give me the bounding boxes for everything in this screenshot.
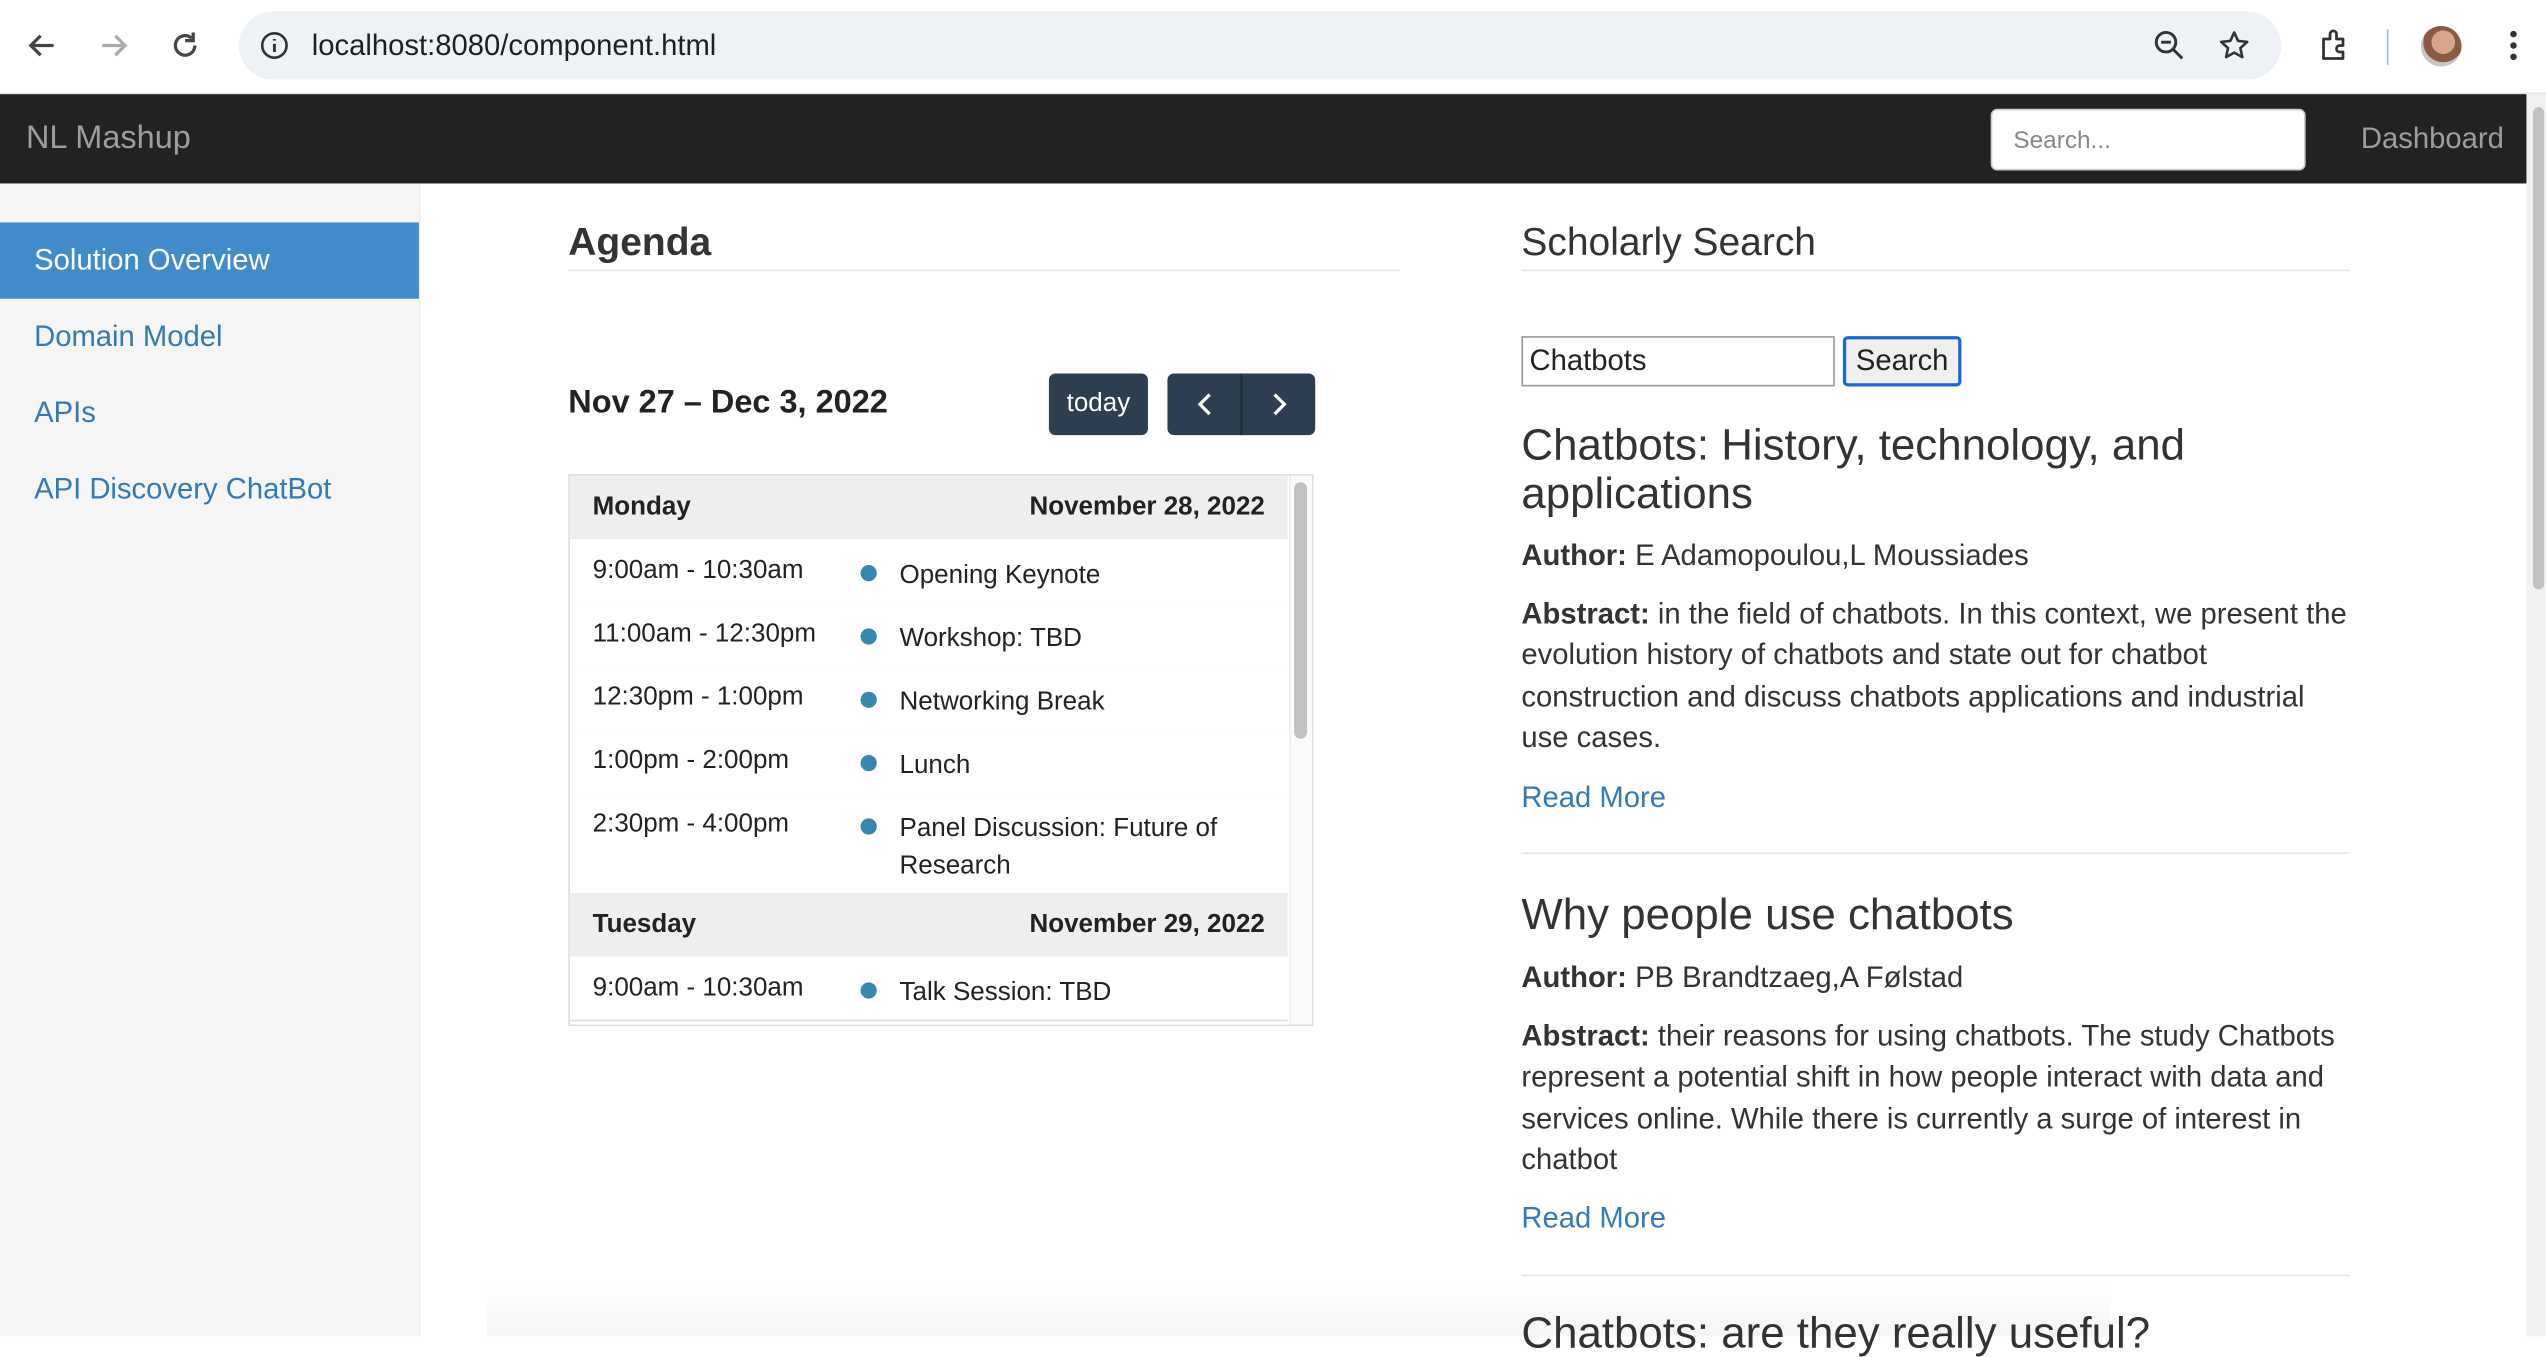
event-dot <box>860 565 877 582</box>
day-header-tuesday: Tuesday November 29, 2022 <box>569 893 1288 958</box>
event-row[interactable]: 1:00pm - 2:00pm Lunch <box>569 729 1288 794</box>
today-button[interactable]: today <box>1048 373 1148 436</box>
author-value: E Adamopoulou,L Moussiades <box>1635 539 2029 572</box>
abstract-label: Abstract: <box>1521 597 1650 630</box>
agenda-list[interactable]: Monday November 28, 2022 9:00am - 10:30a… <box>568 474 1314 1027</box>
event-time: 9:00am - 10:30am <box>592 974 804 1002</box>
event-dot <box>860 818 877 835</box>
event-row[interactable]: 9:00am - 10:30am Opening Keynote <box>569 539 1288 605</box>
agenda-scrollbar-thumb[interactable] <box>1294 482 1308 739</box>
event-dot <box>860 628 877 645</box>
app-navbar: NL Mashup Dashboard <box>0 94 2527 184</box>
zoom-icon[interactable] <box>2150 26 2189 65</box>
author-label: Author: <box>1521 961 1627 994</box>
result-author: Author: PB Brandtzaeg,A Følstad <box>1521 961 1963 995</box>
brand-logo-text[interactable]: NL Mashup <box>26 120 191 157</box>
page-scrollbar-thumb[interactable] <box>2532 107 2545 590</box>
chevron-left-icon <box>1196 393 1210 416</box>
day-date: November 29, 2022 <box>1029 910 1265 939</box>
menu-icon[interactable] <box>2489 21 2538 70</box>
next-week-button[interactable] <box>1242 373 1315 435</box>
result-divider <box>1521 852 2350 855</box>
result-divider <box>1521 1274 2350 1277</box>
event-title[interactable]: Networking Break <box>900 684 1273 721</box>
event-dot <box>860 691 877 708</box>
result-abstract: Abstract: in the field of chatbots. In t… <box>1521 594 2352 758</box>
info-icon[interactable] <box>255 26 294 65</box>
event-title[interactable]: Lunch <box>900 747 1273 784</box>
event-title[interactable]: Panel Discussion: Future of Research <box>900 810 1273 885</box>
agenda-divider <box>568 269 1400 272</box>
calendar-nav-group <box>1167 373 1316 436</box>
event-title[interactable]: Opening Keynote <box>900 557 1273 594</box>
bottom-fade <box>487 1282 2111 1337</box>
day-name: Monday <box>592 493 691 522</box>
read-more-link[interactable]: Read More <box>1521 781 1666 815</box>
prev-week-button[interactable] <box>1167 373 1243 436</box>
scholarly-search-button[interactable]: Search <box>1842 336 1962 387</box>
navbar-search-input[interactable] <box>1990 108 2306 171</box>
event-row[interactable]: 9:00am - 10:30am Talk Session: TBD <box>569 956 1288 1022</box>
event-row[interactable]: 12:30pm - 1:00pm Networking Break <box>569 665 1288 731</box>
day-header-monday: Monday November 28, 2022 <box>569 475 1288 541</box>
back-icon[interactable] <box>18 21 67 70</box>
agenda-title: Agenda <box>568 220 712 265</box>
forward-icon[interactable] <box>89 21 138 70</box>
url-text[interactable]: localhost:8080/component.html <box>312 29 717 63</box>
result-title: Chatbots: History, technology, and appli… <box>1521 420 2186 518</box>
event-time: 2:30pm - 4:00pm <box>592 810 790 838</box>
event-time: 9:00am - 10:30am <box>592 556 804 585</box>
abstract-label: Abstract: <box>1521 1019 1650 1053</box>
author-value: PB Brandtzaeg,A Følstad <box>1635 961 1964 994</box>
event-row[interactable]: 11:00am - 12:30pm Workshop: TBD <box>569 602 1288 668</box>
result-abstract: Abstract: their reasons for using chatbo… <box>1521 1016 2352 1180</box>
sidebar-item-domain-model[interactable]: Domain Model <box>0 299 419 375</box>
event-dot <box>860 755 877 772</box>
scholarly-search-input[interactable] <box>1521 336 1835 387</box>
sidebar-item-apis[interactable]: APIs <box>0 375 419 451</box>
author-label: Author: <box>1521 539 1627 572</box>
event-dot <box>860 982 877 999</box>
scholarly-search-title: Scholarly Search <box>1521 220 1816 265</box>
calendar-range-title: Nov 27 – Dec 3, 2022 <box>568 384 888 421</box>
profile-avatar[interactable] <box>2420 25 2462 67</box>
scholarly-divider <box>1521 269 2350 272</box>
chevron-right-icon <box>1272 393 1286 416</box>
browser-toolbar: localhost:8080/component.html <box>0 0 2546 95</box>
result-title: Why people use chatbots <box>1521 889 2014 939</box>
event-title[interactable]: Workshop: TBD <box>900 620 1273 657</box>
result-author: Author: E Adamopoulou,L Moussiades <box>1521 539 2028 573</box>
event-title[interactable]: Talk Session: TBD <box>900 974 1273 1011</box>
event-time: 12:30pm - 1:00pm <box>592 683 804 712</box>
event-time: 11:00am - 12:30pm <box>592 620 817 648</box>
day-date: November 28, 2022 <box>1029 493 1265 522</box>
read-more-link[interactable]: Read More <box>1521 1202 1666 1236</box>
reload-icon[interactable] <box>161 21 210 70</box>
toolbar-divider <box>2386 29 2389 65</box>
sidebar-item-solution-overview[interactable]: Solution Overview <box>0 222 419 299</box>
sidebar-item-api-discovery-chatbot[interactable]: API Discovery ChatBot <box>0 451 419 527</box>
dashboard-link[interactable]: Dashboard <box>2361 122 2504 156</box>
event-time: 1:00pm - 2:00pm <box>592 746 790 775</box>
extensions-icon[interactable] <box>2311 21 2360 70</box>
star-icon[interactable] <box>2215 26 2254 65</box>
address-bar[interactable]: localhost:8080/component.html <box>238 11 2282 80</box>
event-row[interactable]: 2:30pm - 4:00pm Panel Discussion: Future… <box>569 792 1288 895</box>
day-name: Tuesday <box>592 910 697 939</box>
sidebar: Solution Overview Domain Model APIs API … <box>0 183 421 1337</box>
